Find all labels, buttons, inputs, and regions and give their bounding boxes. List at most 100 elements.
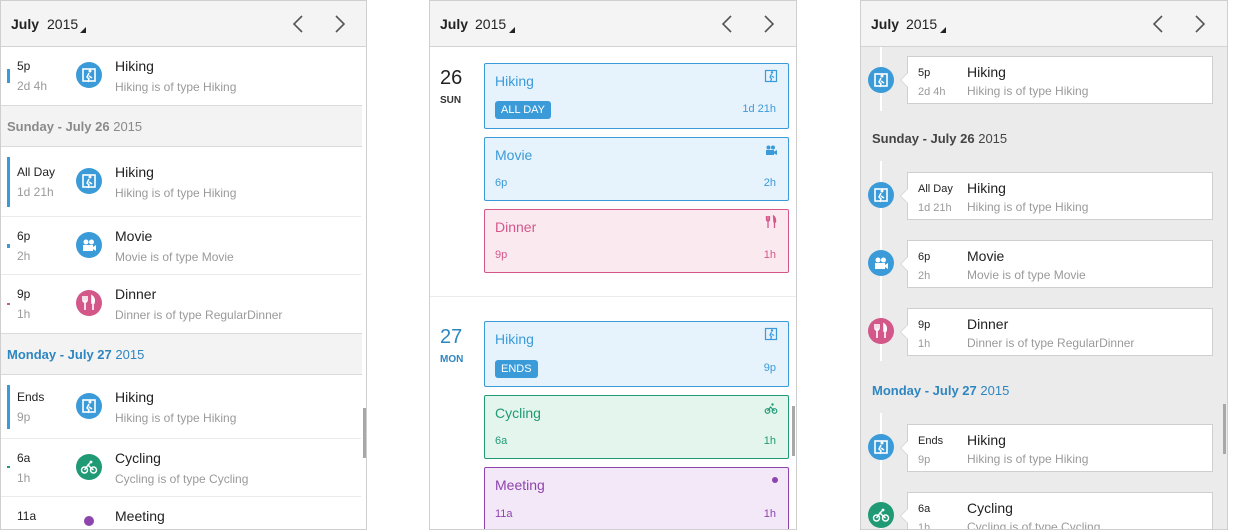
day-divider [430,296,796,297]
day-name: SUN [440,95,462,106]
movie-camera-icon [868,250,894,276]
year-label[interactable]: 2015 [906,16,937,32]
timeline-event-card[interactable]: 9p 1h Dinner Dinner is of type RegularDi… [900,308,1213,356]
list-item[interactable]: 6a 1h Cycling Cycling is of type Cycling [1,439,366,497]
event-start-time: 9p [495,249,508,261]
event-start-time: 9p [918,319,931,331]
event-card[interactable]: Hiking ENDS 9p [484,321,789,387]
event-title: Meeting [115,508,165,524]
day-group-year: 2015 [113,119,143,134]
event-start-time: 11a [17,509,37,523]
cycling-icon [764,401,778,415]
list-item[interactable]: 11a Meeting [1,497,366,529]
event-start-time: Ends [17,390,45,404]
event-card[interactable]: Cycling 6a 1h [484,395,789,459]
event-start-time: 5p [17,59,31,73]
day-group-year: 2015 [978,131,1008,146]
year-label[interactable]: 2015 [47,16,78,32]
event-title: Dinner [115,286,157,302]
next-month-button[interactable] [328,13,350,35]
fork-knife-icon [76,290,102,316]
fork-knife-icon [764,215,778,229]
hiking-icon [868,67,894,93]
day-group-date: Monday - July 27 [7,347,112,362]
previous-month-button[interactable] [1148,13,1170,35]
ends-badge: ENDS [495,360,538,378]
event-start-time: 6p [918,251,931,263]
event-description: Hiking is of type Hiking [115,80,237,94]
event-end-time: 9p [763,362,776,374]
month-label[interactable]: July [440,16,468,32]
event-duration: 1d 21h [742,103,776,115]
day-group-year: 2015 [115,347,145,362]
day-group-date: Sunday - July 26 [872,131,975,146]
dropdown-triangle-icon[interactable] [509,27,515,33]
next-month-button[interactable] [757,13,779,35]
scrollbar[interactable] [363,408,366,458]
previous-month-button[interactable] [288,13,310,35]
event-title: Cycling [115,450,161,466]
dropdown-triangle-icon[interactable] [940,27,946,33]
event-duration: 1h [763,508,776,520]
event-description: Movie is of type Movie [115,250,234,264]
day-group-date: Sunday - July 26 [7,119,110,134]
hiking-icon [764,327,778,341]
day-group-label: Monday - July 27 2015 [872,383,1009,398]
event-description: Hiking is of type Hiking [967,452,1089,466]
event-title: Hiking [495,73,534,89]
timeline-event-card[interactable]: 5p 2d 4h Hiking Hiking is of type Hiking [900,56,1213,104]
scrollbar[interactable] [792,406,795,456]
event-description: Hiking is of type Hiking [115,186,237,200]
list-item[interactable]: 5p 2d 4h Hiking Hiking is of type Hiking [1,47,366,105]
next-month-button[interactable] [1188,13,1210,35]
scrollbar[interactable] [1223,404,1226,454]
event-duration: 2d 4h [17,79,48,93]
event-start-time: Ends [918,435,944,447]
timeline-event-card[interactable]: 6p 2h Movie Movie is of type Movie [900,240,1213,288]
list-item[interactable]: Ends 9p Hiking Hiking is of type Hiking [1,375,366,439]
timeline-event-card[interactable]: All Day 1d 21h Hiking Hiking is of type … [900,172,1213,220]
day-group-label: Sunday - July 26 2015 [7,119,142,134]
hiking-icon [76,62,102,88]
event-title: Dinner [967,316,1009,332]
list-item[interactable]: 6p 2h Movie Movie is of type Movie [1,217,366,275]
hiking-icon [76,393,102,419]
event-duration: 1h [918,522,931,530]
event-duration: 1d 21h [17,185,54,199]
event-title: Movie [115,228,153,244]
day-group-date: Monday - July 27 [872,383,977,398]
event-duration: 1h [763,435,776,447]
event-description: Dinner is of type RegularDinner [967,336,1135,350]
event-start-time: All Day [918,183,953,195]
day-group-year: 2015 [980,383,1010,398]
event-card[interactable]: Dinner 9p 1h [484,209,789,273]
list-item[interactable]: 9p 1h Dinner Dinner is of type RegularDi… [1,275,366,333]
event-start-time: 5p [918,67,931,79]
year-label[interactable]: 2015 [475,16,506,32]
duration-bar [7,303,10,305]
event-title: Meeting [495,477,545,493]
event-card[interactable]: Hiking ALL DAY 1d 21h [484,63,789,129]
duration-bar [7,69,10,83]
event-duration: 2h [763,177,776,189]
event-duration: 1h [17,307,31,321]
list-item[interactable]: All Day 1d 21h Hiking Hiking is of type … [1,147,366,217]
event-start-time: 6a [918,503,931,515]
event-card[interactable]: Movie 6p 2h [484,137,789,201]
event-card[interactable]: Meeting 11a 1h [484,467,789,529]
previous-month-button[interactable] [717,13,739,35]
cycling-icon [868,502,894,528]
hiking-icon [868,182,894,208]
event-start-time: 6p [17,229,31,243]
month-label[interactable]: July [871,16,899,32]
dropdown-triangle-icon[interactable] [80,27,86,33]
event-start-time: 6p [495,177,508,189]
day-number: 26 [440,67,463,89]
movie-camera-icon [764,143,778,157]
timeline-event-card[interactable]: Ends 9p Hiking Hiking is of type Hiking [900,424,1213,472]
calendar-header: July 2015 [861,1,1227,47]
month-label[interactable]: July [11,16,39,32]
movie-camera-icon [76,232,102,258]
event-title: Hiking [115,164,154,180]
timeline-event-card[interactable]: 6a 1h Cycling Cycling is of type Cycling [900,492,1213,530]
